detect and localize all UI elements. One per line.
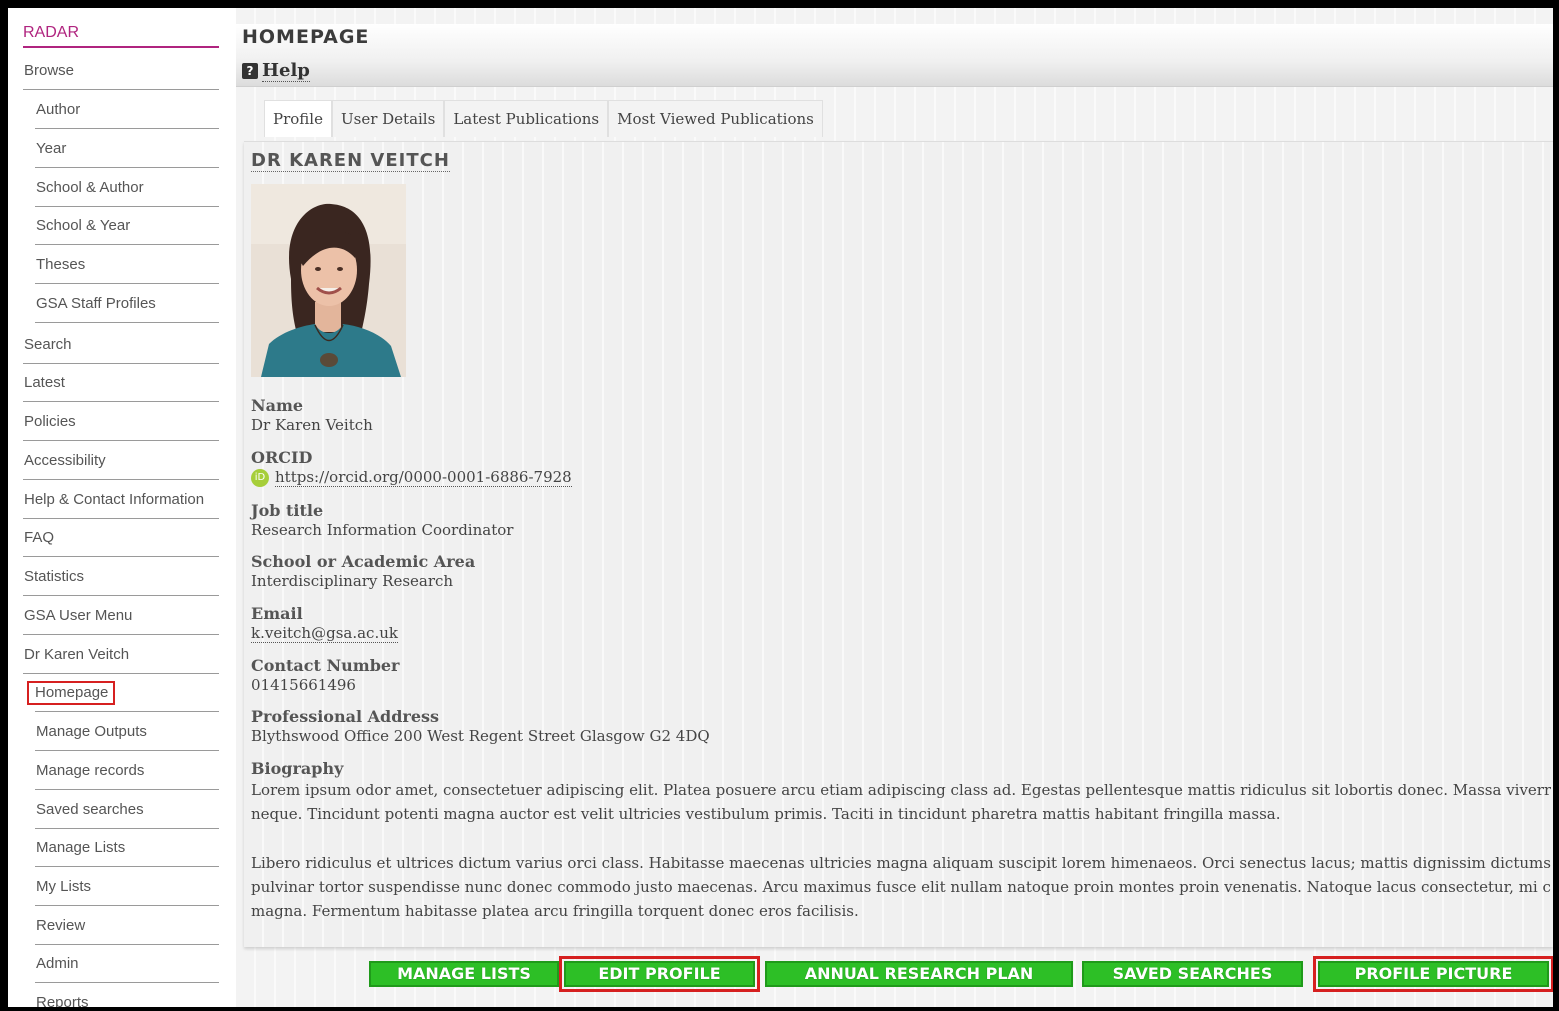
sidebar: RADAR Browse Author Year School & Author…: [8, 8, 228, 1007]
sidebar-item-label: Latest: [24, 374, 65, 391]
contact-value: 01415661496: [251, 676, 356, 694]
sidebar-item-label: My Lists: [36, 878, 92, 895]
page-title: HOMEPAGE: [242, 26, 370, 48]
sidebar-item-my-lists[interactable]: My Lists: [35, 877, 219, 906]
biography-line: Libero ridiculus et ultrices dictum vari…: [251, 854, 1551, 872]
school-value: Interdisciplinary Research: [251, 572, 454, 590]
sidebar-item-label: Policies: [24, 413, 76, 430]
sidebar-item-label: Reports: [36, 994, 89, 1007]
orcid-url[interactable]: https://orcid.org/0000-0001-6886-7928: [275, 468, 572, 487]
sidebar-item-label: Dr Karen Veitch: [24, 646, 130, 663]
sidebar-item-label: Manage Outputs: [36, 723, 147, 740]
sidebar-item-review[interactable]: Review: [35, 916, 219, 945]
name-label: Name: [251, 396, 304, 415]
sidebar-item-label: Homepage: [26, 681, 116, 705]
school-label: School or Academic Area: [251, 552, 476, 571]
sidebar-item-policies[interactable]: Policies: [23, 412, 219, 441]
sidebar-item-label: Manage Lists: [36, 839, 126, 856]
sidebar-item-theses[interactable]: Theses: [35, 255, 219, 284]
sidebar-item-year[interactable]: Year: [35, 139, 219, 168]
address-label: Professional Address: [251, 707, 440, 726]
sidebar-item-manage-outputs[interactable]: Manage Outputs: [35, 722, 219, 751]
title-bar: HOMEPAGE ? Help: [236, 24, 1553, 87]
profile-picture-button[interactable]: PROFILE PICTURE: [1313, 956, 1553, 992]
tab-latest-publications[interactable]: Latest Publications: [444, 100, 609, 137]
sidebar-item-search[interactable]: Search: [23, 335, 219, 364]
sidebar-item-gsa-staff-profiles[interactable]: GSA Staff Profiles: [35, 294, 219, 323]
profile-photo: [251, 184, 406, 377]
sidebar-item-label: Search: [24, 336, 72, 353]
sidebar-item-label: School & Year: [36, 217, 131, 234]
annual-research-plan-button[interactable]: ANNUAL RESEARCH PLAN: [765, 961, 1073, 987]
brand-link[interactable]: RADAR: [23, 24, 219, 48]
sidebar-item-label: Author: [36, 101, 81, 118]
tab-most-viewed-publications[interactable]: Most Viewed Publications: [608, 100, 823, 137]
biography-label: Biography: [251, 759, 344, 778]
sidebar-item-user-name[interactable]: Dr Karen Veitch: [23, 645, 219, 674]
sidebar-item-label: Review: [36, 917, 86, 934]
address-value: Blythswood Office 200 West Regent Street…: [251, 727, 710, 745]
saved-searches-button[interactable]: SAVED SEARCHES: [1082, 961, 1303, 987]
sidebar-item-homepage[interactable]: Homepage: [26, 681, 219, 712]
edit-profile-button[interactable]: EDIT PROFILE: [559, 956, 760, 992]
profile-panel: DR KAREN VEITCH Name Dr Karen Veitch ORC…: [244, 141, 1553, 947]
tab-profile[interactable]: Profile: [264, 100, 332, 137]
sidebar-item-label: School & Author: [36, 179, 144, 196]
orcid-icon: iD: [251, 469, 269, 487]
job-title-value: Research Information Coordinator: [251, 521, 514, 539]
sidebar-item-label: Saved searches: [36, 801, 144, 818]
sidebar-item-help-contact[interactable]: Help & Contact Information: [23, 490, 219, 519]
biography-line: neque. Tincidunt potenti magna auctor es…: [251, 805, 1281, 823]
main-content: HOMEPAGE ? Help Profile User Details Lat…: [236, 8, 1553, 1007]
email-value[interactable]: k.veitch@gsa.ac.uk: [251, 624, 398, 643]
sidebar-item-author[interactable]: Author: [35, 100, 219, 129]
contact-label: Contact Number: [251, 656, 400, 675]
orcid-link[interactable]: iD https://orcid.org/0000-0001-6886-7928: [251, 468, 572, 487]
sidebar-item-browse[interactable]: Browse: [23, 61, 219, 90]
sidebar-item-accessibility[interactable]: Accessibility: [23, 451, 219, 480]
sidebar-item-reports[interactable]: Reports: [35, 993, 219, 1007]
sidebar-item-label: GSA Staff Profiles: [36, 295, 156, 312]
manage-lists-button[interactable]: MANAGE LISTS: [369, 961, 559, 987]
sidebar-item-faq[interactable]: FAQ: [23, 528, 219, 557]
sidebar-item-manage-records[interactable]: Manage records: [35, 761, 219, 790]
app-frame: RADAR Browse Author Year School & Author…: [8, 8, 1553, 1007]
sidebar-item-latest[interactable]: Latest: [23, 373, 219, 402]
sidebar-item-saved-searches[interactable]: Saved searches: [35, 800, 219, 829]
sidebar-item-school-author[interactable]: School & Author: [35, 178, 219, 207]
biography-line: magna. Fermentum habitasse platea arcu f…: [251, 902, 859, 920]
sidebar-item-label: Theses: [36, 256, 86, 273]
help-button[interactable]: ? Help: [242, 60, 310, 82]
job-title-label: Job title: [251, 501, 324, 520]
help-label: Help: [262, 60, 310, 82]
sidebar-item-gsa-user-menu[interactable]: GSA User Menu: [23, 606, 219, 635]
orcid-label: ORCID: [251, 448, 313, 467]
profile-heading: DR KAREN VEITCH: [251, 150, 450, 172]
biography-line: Lorem ipsum odor amet, consectetuer adip…: [251, 781, 1551, 799]
sidebar-item-label: FAQ: [24, 529, 55, 546]
email-link[interactable]: k.veitch@gsa.ac.uk: [251, 624, 398, 643]
sidebar-item-label: GSA User Menu: [24, 607, 133, 624]
name-value: Dr Karen Veitch: [251, 416, 373, 434]
sidebar-item-label: Manage records: [36, 762, 145, 779]
sidebar-item-label: Browse: [24, 62, 75, 79]
sidebar-item-statistics[interactable]: Statistics: [23, 567, 219, 596]
sidebar-item-admin[interactable]: Admin: [35, 954, 219, 983]
biography-line: pulvinar tortor suspendisse nunc donec c…: [251, 878, 1551, 896]
sidebar-item-school-year[interactable]: School & Year: [35, 216, 219, 245]
email-label: Email: [251, 604, 303, 623]
tab-user-details[interactable]: User Details: [331, 100, 445, 137]
sidebar-item-label: Year: [36, 140, 67, 157]
profile-tabs: Profile User Details Latest Publications…: [264, 100, 823, 138]
sidebar-item-label: Help & Contact Information: [24, 491, 205, 508]
question-icon: ?: [242, 63, 258, 79]
sidebar-item-label: Accessibility: [24, 452, 106, 469]
sidebar-item-label: Admin: [36, 955, 79, 972]
sidebar-item-label: Statistics: [24, 568, 85, 585]
sidebar-item-manage-lists[interactable]: Manage Lists: [35, 838, 219, 867]
